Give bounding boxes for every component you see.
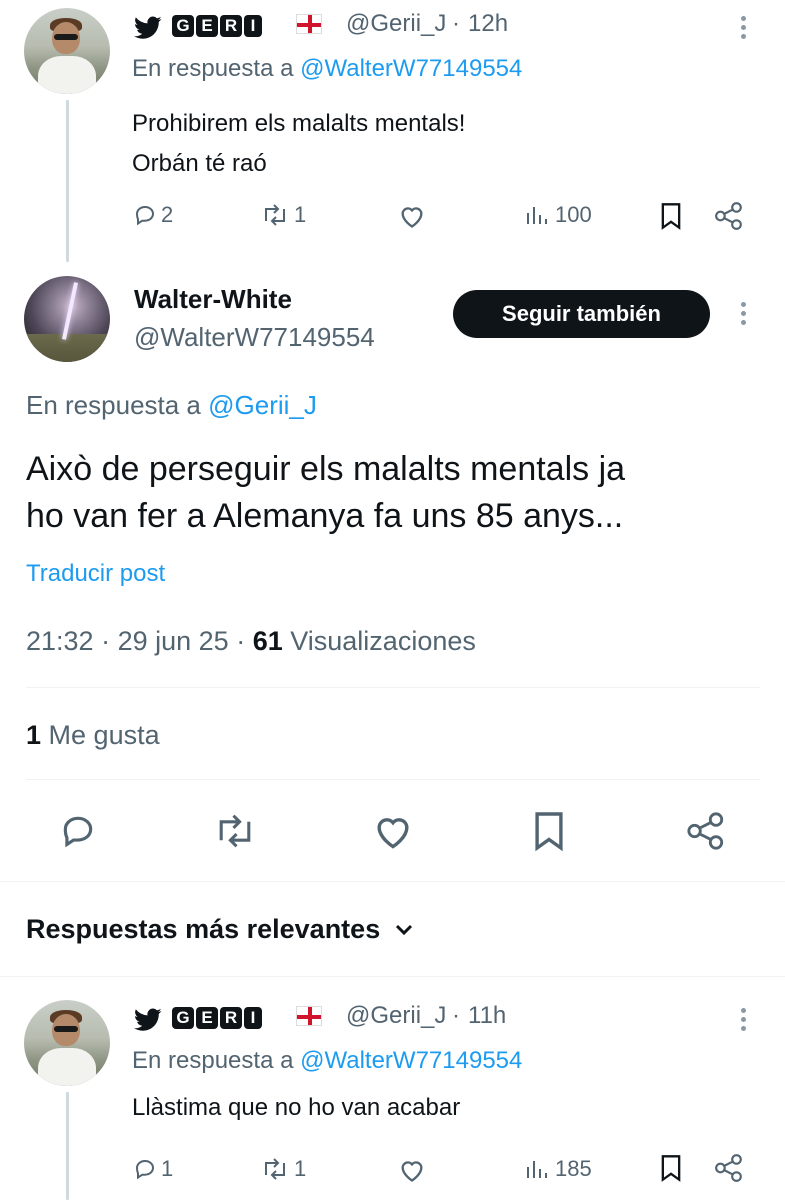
heart-icon <box>401 207 423 228</box>
views-action[interactable]: 100 <box>525 202 592 228</box>
divider <box>26 779 760 780</box>
like-action[interactable] <box>398 1157 426 1183</box>
share-icon <box>687 812 724 850</box>
heart-icon <box>377 818 409 849</box>
section-divider <box>0 976 785 977</box>
like-action[interactable] <box>398 203 426 229</box>
bookmark-action[interactable] <box>532 810 566 852</box>
sort-label: Respuestas más relevantes <box>26 914 381 944</box>
more-options-icon[interactable] <box>741 302 747 329</box>
repost-icon <box>265 204 285 226</box>
separator-dot: · <box>452 10 460 37</box>
bookmark-icon <box>535 812 563 852</box>
chevron-down-icon <box>396 924 413 935</box>
thread-line <box>66 100 69 262</box>
share-action[interactable] <box>686 812 726 850</box>
avatar[interactable] <box>24 8 110 94</box>
like-action[interactable] <box>372 812 414 850</box>
views-icon <box>527 1161 547 1178</box>
reply-time[interactable]: 11h <box>468 1002 506 1030</box>
reply-handle[interactable]: @Gerii_J <box>346 10 446 38</box>
view-count: 61 <box>252 626 283 656</box>
reply-text: Prohibirem els malalts mentals! Orbán té… <box>132 110 466 177</box>
repost-action[interactable]: 1 <box>260 202 306 228</box>
comment-icon <box>135 1159 155 1180</box>
reply-action[interactable]: 2 <box>133 202 173 228</box>
in-reply-to: En respuesta a @WalterW77149554 <box>132 1047 523 1074</box>
share-action[interactable] <box>714 202 744 230</box>
views-icon <box>527 207 547 224</box>
in-reply-to-link[interactable]: @WalterW77149554 <box>300 1047 522 1074</box>
in-reply-to: En respuesta a @WalterW77149554 <box>132 55 523 82</box>
heart-icon <box>401 1161 423 1182</box>
tweet-time[interactable]: 21:32 <box>26 626 94 656</box>
reply-time[interactable]: 12h <box>468 10 508 38</box>
comment-icon <box>63 816 93 848</box>
reply-handle[interactable]: @Gerii_J <box>346 1002 446 1030</box>
geri-badge: G E R I <box>172 15 276 37</box>
england-flag-icon <box>296 14 322 34</box>
likes-summary[interactable]: 1 Me gusta <box>26 720 160 751</box>
bookmark-action[interactable] <box>659 202 683 230</box>
author-handle[interactable]: @WalterW77149554 <box>134 322 375 353</box>
in-reply-to-link[interactable]: @WalterW77149554 <box>300 55 522 82</box>
avatar[interactable] <box>24 276 110 362</box>
reply-action[interactable] <box>58 812 98 850</box>
bookmark-action[interactable] <box>659 1154 683 1182</box>
repost-action[interactable]: 1 <box>260 1156 306 1182</box>
bookmark-icon <box>661 203 681 230</box>
divider <box>26 687 760 688</box>
reply-text: Llàstima que no ho van acabar <box>132 1094 461 1121</box>
in-reply-to: En respuesta a @Gerii_J <box>26 390 317 420</box>
bookmark-icon <box>661 1155 681 1182</box>
in-reply-to-link[interactable]: @Gerii_J <box>208 390 317 420</box>
views-action[interactable]: 185 <box>525 1156 592 1182</box>
share-icon <box>715 1154 742 1182</box>
view-label: Visualizaciones <box>290 626 476 656</box>
section-divider <box>0 881 785 882</box>
bird-icon <box>134 16 162 39</box>
england-flag-icon <box>296 1006 322 1026</box>
more-options-icon[interactable] <box>741 1008 747 1035</box>
follow-button[interactable]: Seguir también <box>453 290 710 338</box>
translate-link[interactable]: Traducir post <box>26 560 165 588</box>
separator-dot: · <box>452 1002 460 1029</box>
repost-icon <box>265 1158 285 1180</box>
comment-icon <box>135 205 155 226</box>
replies-sort-dropdown[interactable]: Respuestas más relevantes <box>26 914 414 945</box>
repost-icon <box>219 814 251 848</box>
geri-badge: G E R I <box>172 1007 276 1029</box>
more-options-icon[interactable] <box>741 16 747 43</box>
display-name[interactable]: Walter-White <box>134 284 292 315</box>
share-icon <box>715 202 742 230</box>
thread-line <box>66 1092 69 1200</box>
repost-action[interactable] <box>212 812 258 850</box>
reply-action[interactable]: 1 <box>133 1156 173 1182</box>
tweet-text: Això de perseguir els malalts mentals ja… <box>26 450 626 535</box>
bird-icon <box>134 1008 162 1031</box>
tweet-date[interactable]: 29 jun 25 <box>118 626 229 656</box>
tweet-meta: 21:32 · 29 jun 25 · 61 Visualizaciones <box>26 626 476 656</box>
avatar[interactable] <box>24 1000 110 1086</box>
share-action[interactable] <box>714 1154 744 1182</box>
